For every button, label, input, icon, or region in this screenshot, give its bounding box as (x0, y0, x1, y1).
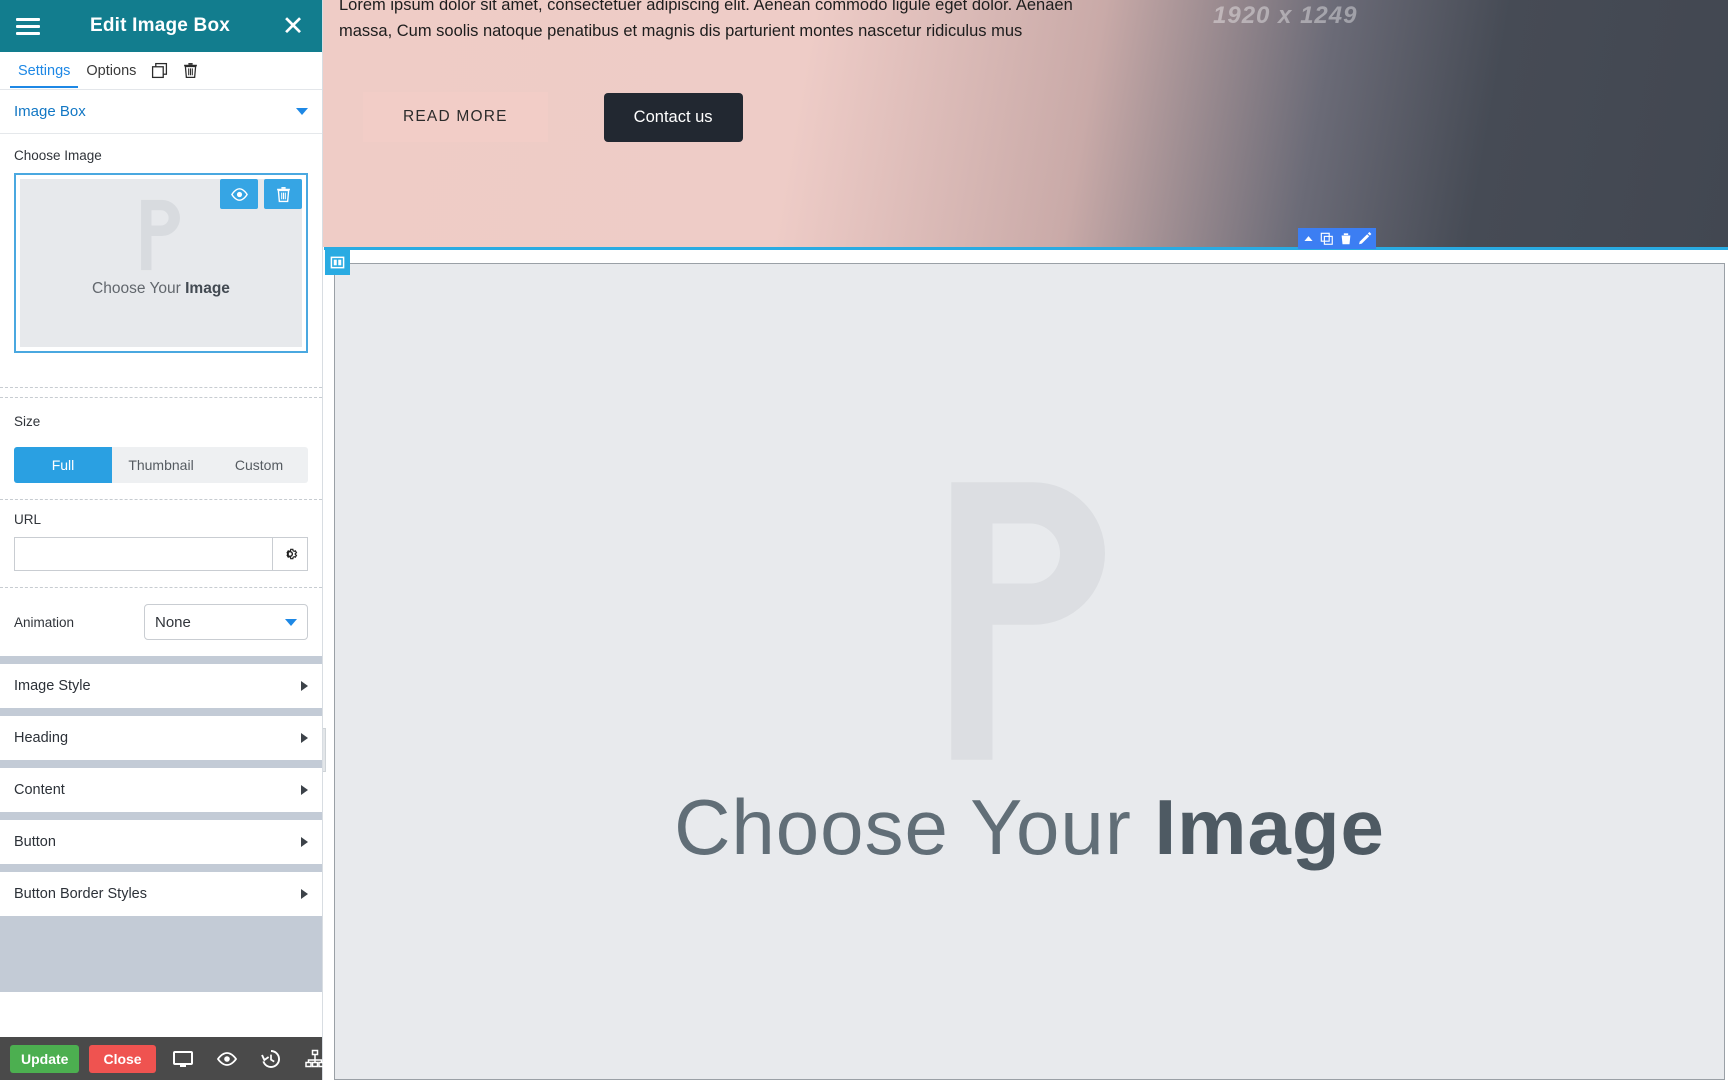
eye-icon[interactable] (220, 179, 258, 209)
image-box-widget[interactable]: Choose Your Image (334, 263, 1725, 1080)
divider (0, 812, 322, 820)
hero-button-group: READ MORE Contact us (363, 92, 743, 142)
choose-image-field: Choose Image (0, 134, 322, 163)
history-icon[interactable] (254, 1048, 288, 1070)
accordion-label: Image Style (14, 678, 91, 694)
page-section[interactable]: Choose Your Image ‹ (312, 247, 1728, 1080)
image-picker[interactable]: Choose Your Image (14, 173, 308, 353)
url-label: URL (14, 512, 42, 527)
edit-pencil-icon[interactable] (1358, 231, 1372, 246)
divider (0, 708, 322, 716)
divider (0, 587, 322, 588)
accordion-content[interactable]: Content (0, 768, 322, 812)
accordion-button[interactable]: Button (0, 820, 322, 864)
image-dimensions-watermark: 1920 x 1249 (1213, 2, 1358, 29)
accordion-label: Content (14, 782, 65, 798)
sitemap-icon[interactable] (298, 1048, 332, 1070)
accordion-image-style[interactable]: Image Style (0, 664, 322, 708)
hero-paragraph: Lorem ipsum dolor sit amet, consectetuer… (339, 0, 1073, 40)
update-button[interactable]: Update (10, 1044, 80, 1073)
caption-bold: Image (185, 280, 230, 297)
contact-us-button[interactable]: Contact us (603, 92, 743, 142)
caption-light: Choose Your (674, 782, 1155, 871)
chevron-right-icon (301, 889, 308, 899)
animation-select[interactable]: None (144, 604, 308, 640)
chevron-right-icon (301, 681, 308, 691)
read-more-button[interactable]: READ MORE (363, 92, 548, 142)
hamburger-icon[interactable] (16, 17, 40, 35)
panel-footer: Update Close (0, 1037, 325, 1080)
accordion-button-border-styles[interactable]: Button Border Styles (0, 872, 322, 916)
divider (0, 760, 322, 768)
placeholder-logo-icon (132, 197, 190, 278)
image-actions (220, 179, 302, 209)
size-option-custom[interactable]: Custom (210, 447, 308, 483)
eye-icon[interactable] (210, 1048, 244, 1070)
chevron-down-icon (285, 618, 297, 626)
tab-options[interactable]: Options (78, 54, 144, 87)
size-option-full[interactable]: Full (14, 447, 112, 483)
accordion-label: Button Border Styles (14, 886, 147, 902)
app-root: Lorem ipsum dolor sit amet, consectetuer… (0, 0, 1728, 1080)
tab-settings[interactable]: Settings (10, 54, 79, 88)
collapse-up-icon[interactable] (1302, 232, 1315, 245)
accordion-label: Heading (14, 730, 69, 746)
section-handle-icon[interactable] (325, 250, 350, 275)
image-preview-caption: Choose Your Image (92, 280, 230, 298)
edit-panel: Edit Image Box ✕ Settings Options Image … (0, 0, 325, 1080)
monitor-icon[interactable] (166, 1048, 200, 1070)
placeholder-logo-icon (915, 471, 1145, 776)
size-field: Size (0, 398, 322, 453)
caption-bold: Image (1154, 782, 1385, 871)
size-label: Size (14, 414, 41, 429)
close-button[interactable]: Close (89, 1044, 156, 1073)
accordion-heading[interactable]: Heading (0, 716, 322, 760)
panel-tabs: Settings Options (0, 52, 322, 90)
gear-icon[interactable] (272, 537, 308, 571)
section-header-label: Image Box (14, 103, 86, 120)
size-option-thumbnail[interactable]: Thumbnail (112, 447, 210, 483)
animation-value: None (155, 613, 191, 631)
panel-body: Image Box Choose Image Choose Your Image… (0, 90, 322, 1037)
image-box-caption: Choose Your Image (674, 782, 1385, 873)
chevron-right-icon (301, 733, 308, 743)
panel-title: Edit Image Box (89, 15, 231, 36)
section-header-image-box[interactable]: Image Box (0, 90, 322, 134)
chevron-right-icon (301, 785, 308, 795)
trash-icon[interactable] (1339, 232, 1353, 246)
size-segmented-control: Full Thumbnail Custom (14, 447, 308, 483)
chevron-down-icon[interactable] (296, 108, 308, 115)
panel-filler (0, 916, 322, 992)
chevron-right-icon (301, 837, 308, 847)
duplicate-icon[interactable] (144, 56, 175, 85)
panel-header: Edit Image Box ✕ (0, 0, 322, 52)
divider (0, 387, 322, 388)
url-input[interactable] (14, 537, 272, 571)
divider (0, 864, 322, 872)
trash-icon[interactable] (175, 56, 206, 85)
divider (0, 656, 322, 664)
animation-row: Animation None (14, 604, 308, 640)
hero-section[interactable]: Lorem ipsum dolor sit amet, consectetuer… (323, 0, 1728, 247)
animation-label: Animation (14, 614, 75, 630)
trash-icon[interactable] (264, 179, 302, 209)
caption-light: Choose Your (92, 280, 186, 297)
choose-image-label: Choose Image (14, 148, 102, 163)
element-toolbar[interactable] (1298, 228, 1376, 249)
close-icon[interactable]: ✕ (280, 12, 306, 40)
url-row (14, 537, 308, 571)
accordion-label: Button (14, 834, 56, 850)
editor-canvas: Lorem ipsum dolor sit amet, consectetuer… (312, 0, 1728, 1080)
duplicate-icon[interactable] (1320, 232, 1334, 246)
